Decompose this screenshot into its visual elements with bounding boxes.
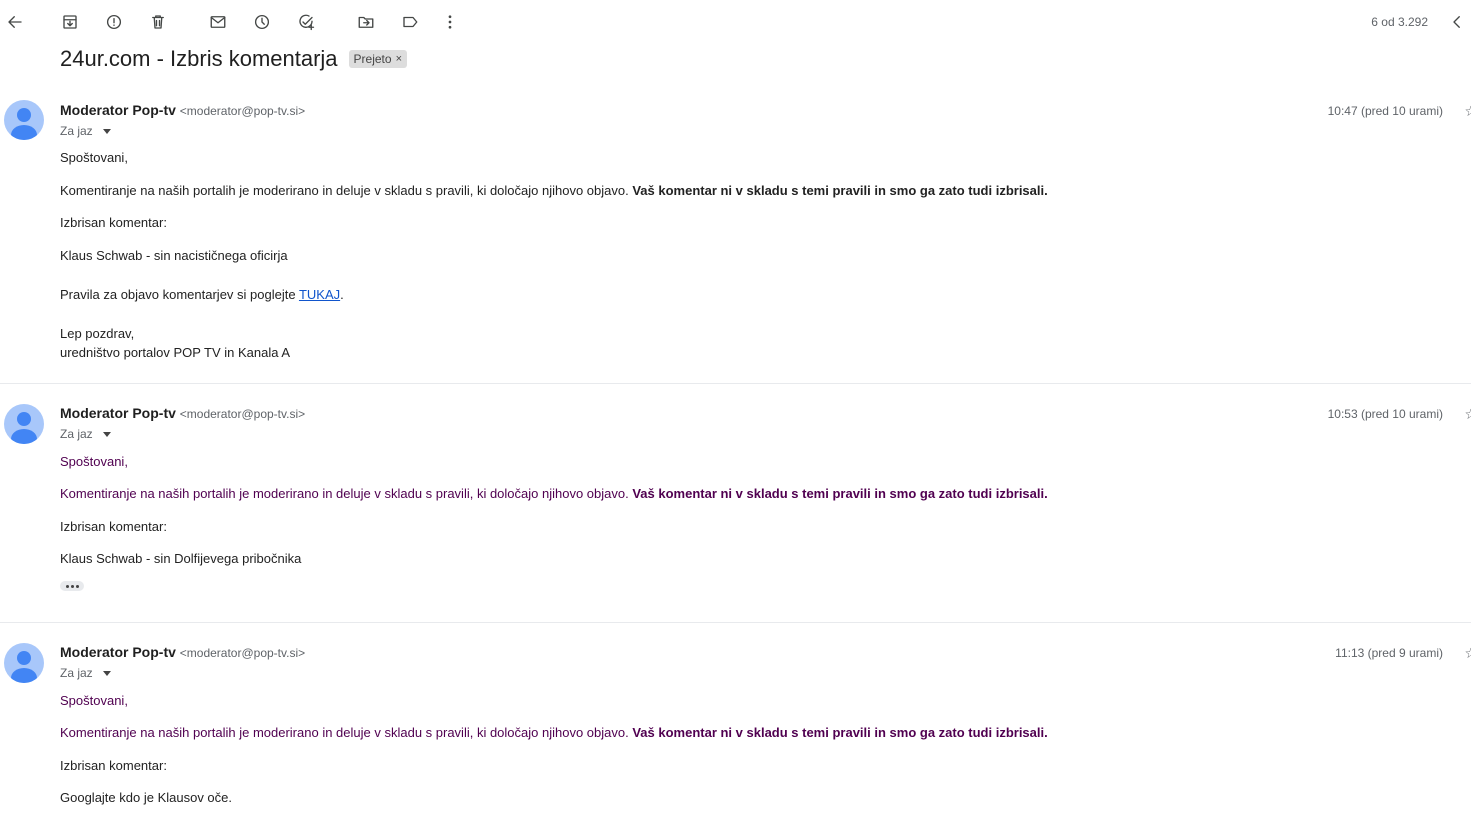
chevron-down-icon	[102, 670, 111, 676]
deleted-comment-label: Izbrisan komentar:	[60, 758, 167, 773]
body-paragraph: Komentiranje na naših portalih je moderi…	[60, 486, 1048, 501]
remove-label-icon[interactable]: ×	[396, 53, 402, 65]
message-time: 10:47 (pred 10 urami)	[1327, 104, 1443, 118]
chevron-down-icon	[102, 128, 111, 134]
greeting: Spoštovani,	[60, 693, 128, 708]
body-paragraph: Komentiranje na naših portalih je moderi…	[60, 183, 1048, 198]
greeting: Spoštovani,	[60, 150, 128, 165]
sender-email: <moderator@pop-tv.si>	[179, 104, 306, 118]
sender-email: <moderator@pop-tv.si>	[179, 646, 306, 660]
message-time: 10:53 (pred 10 urami)	[1327, 407, 1443, 421]
body-normal-text: Komentiranje na naših portalih je moderi…	[60, 725, 633, 740]
message-divider	[0, 383, 1471, 384]
avatar[interactable]	[4, 100, 44, 140]
message-time: 11:13 (pred 9 urami)	[1335, 646, 1443, 660]
body-paragraph: Komentiranje na naših portalih je moderi…	[60, 725, 1048, 740]
chevron-down-icon	[102, 431, 111, 437]
label-icon[interactable]	[399, 11, 421, 33]
label-chip-inbox[interactable]: Prejeto ×	[348, 50, 408, 68]
deleted-comment-label: Izbrisan komentar:	[60, 215, 167, 230]
archive-icon[interactable]	[59, 11, 81, 33]
sender-name[interactable]: Moderator Pop-tv	[60, 644, 176, 660]
sender-line: Moderator Pop-tv <moderator@pop-tv.si>	[60, 102, 305, 118]
delete-icon[interactable]	[147, 11, 169, 33]
star-icon[interactable]: ☆	[1464, 406, 1471, 423]
pager-count: 6 od 3.292	[1371, 15, 1428, 29]
sender-name[interactable]: Moderator Pop-tv	[60, 405, 176, 421]
body-bold-text: Vaš komentar ni v skladu s temi pravili …	[632, 725, 1048, 740]
deleted-comment-label: Izbrisan komentar:	[60, 519, 167, 534]
rules-end: .	[340, 287, 344, 302]
body-bold-text: Vaš komentar ni v skladu s temi pravili …	[632, 183, 1048, 198]
closing-greeting: Lep pozdrav,	[60, 326, 135, 341]
mark-unread-icon[interactable]	[207, 11, 229, 33]
email-subject: 24ur.com - Izbris komentarja	[60, 46, 338, 71]
back-arrow-icon[interactable]	[4, 11, 26, 33]
recipients-text: Za jaz	[60, 124, 93, 138]
rules-text: Pravila za objavo komentarjev si poglejt…	[60, 287, 299, 302]
body-normal-text: Komentiranje na naših portalih je moderi…	[60, 183, 633, 198]
avatar[interactable]	[4, 404, 44, 444]
deleted-comment: Klaus Schwab - sin Dolfijevega pribočnik…	[60, 551, 302, 566]
toolbar: 6 od 3.292	[0, 0, 1471, 44]
rules-link[interactable]: TUKAJ	[299, 287, 340, 302]
rules-line: Pravila za objavo komentarjev si poglejt…	[60, 287, 344, 302]
message-divider	[0, 622, 1471, 623]
add-task-icon[interactable]	[295, 11, 317, 33]
newer-chevron-icon[interactable]	[1446, 11, 1468, 33]
subject-row: 24ur.com - Izbris komentarja Prejeto ×	[60, 44, 408, 74]
label-chip-text: Prejeto	[353, 52, 392, 66]
star-icon[interactable]: ☆	[1464, 103, 1471, 120]
closing-signature: uredništvo portalov POP TV in Kanala A	[60, 345, 291, 360]
recipients-toggle[interactable]: Za jaz	[60, 427, 111, 441]
sender-line: Moderator Pop-tv <moderator@pop-tv.si>	[60, 405, 305, 421]
report-spam-icon[interactable]	[103, 11, 125, 33]
body-normal-text: Komentiranje na naših portalih je moderi…	[60, 486, 633, 501]
greeting: Spoštovani,	[60, 454, 128, 469]
avatar[interactable]	[4, 643, 44, 683]
sender-name[interactable]: Moderator Pop-tv	[60, 102, 176, 118]
body-bold-text: Vaš komentar ni v skladu s temi pravili …	[632, 486, 1048, 501]
recipients-toggle[interactable]: Za jaz	[60, 666, 111, 680]
recipients-toggle[interactable]: Za jaz	[60, 124, 111, 138]
recipients-text: Za jaz	[60, 427, 93, 441]
snooze-icon[interactable]	[251, 11, 273, 33]
sender-email: <moderator@pop-tv.si>	[179, 407, 306, 421]
recipients-text: Za jaz	[60, 666, 93, 680]
more-vert-icon[interactable]	[439, 11, 461, 33]
star-icon[interactable]: ☆	[1464, 645, 1471, 662]
sender-line: Moderator Pop-tv <moderator@pop-tv.si>	[60, 644, 305, 660]
deleted-comment: Googlajte kdo je Klausov oče.	[60, 790, 232, 805]
deleted-comment: Klaus Schwab - sin nacističnega oficirja	[60, 248, 288, 263]
show-trimmed-content-button[interactable]	[60, 581, 84, 591]
move-to-icon[interactable]	[355, 11, 377, 33]
